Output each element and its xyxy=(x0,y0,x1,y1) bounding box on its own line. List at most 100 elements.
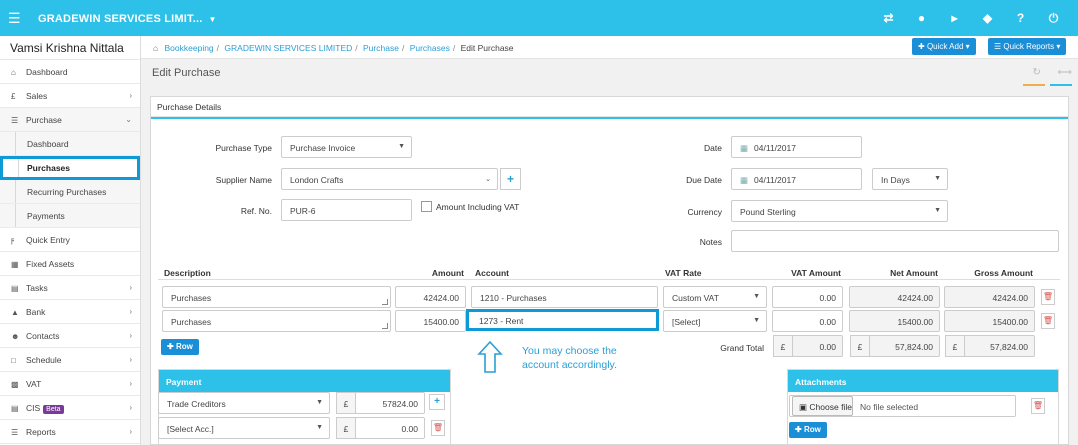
add-supplier-button[interactable]: + xyxy=(500,168,521,190)
sidebar-item-cis[interactable]: ▤ CIS Beta › xyxy=(0,396,140,420)
notes-label: Notes xyxy=(699,237,722,247)
supplier-select[interactable]: London Crafts ⌄ xyxy=(281,168,498,190)
chevron-right-icon: › xyxy=(129,283,132,292)
resize-handle-icon[interactable] xyxy=(382,323,388,329)
payment-amount-input-2[interactable]: 0.00 xyxy=(355,417,425,439)
sidebar-item-tasks[interactable]: ▤ Tasks › xyxy=(0,276,140,300)
resize-handle-icon[interactable] xyxy=(382,299,388,305)
breadcrumb-bar: ⌂ Bookkeeping / GRADEWIN SERVICES LIMITED… xyxy=(141,36,1078,59)
company-switcher[interactable]: GRADEWIN SERVICES LIMIT... ▼ xyxy=(38,13,217,25)
payment-amount-input-1[interactable]: 57824.00 xyxy=(355,392,425,414)
sidebar-item-label: Reports xyxy=(26,427,56,437)
menu-icon[interactable]: ☰ xyxy=(8,11,21,25)
breadcrumb: ⌂ Bookkeeping / GRADEWIN SERVICES LIMITED… xyxy=(153,43,514,53)
sidebar-subitem-recurring[interactable]: Recurring Purchases xyxy=(0,180,140,204)
tag-icon[interactable]: ◆ xyxy=(971,10,1004,26)
due-unit-select[interactable]: In Days ▼ xyxy=(872,168,948,190)
chevron-down-icon: ⌄ xyxy=(125,115,132,124)
row2-description-input[interactable]: Purchases xyxy=(162,310,391,332)
sidebar-item-purchase[interactable]: ☰ Purchase ⌄ xyxy=(0,108,140,132)
sidebar-item-schedule[interactable]: □ Schedule › xyxy=(0,348,140,372)
caret-down-icon: ▼ xyxy=(316,399,323,406)
sidebar-subitem-dashboard[interactable]: Dashboard xyxy=(0,132,140,156)
breadcrumb-bookkeeping[interactable]: Bookkeeping xyxy=(165,43,214,53)
sidebar-item-quick-entry[interactable]: ϝ Quick Entry xyxy=(0,228,140,252)
sidebar-item-sales[interactable]: £ Sales › xyxy=(0,84,140,108)
company-name: GRADEWIN SERVICES LIMIT... xyxy=(38,13,203,25)
top-icons: ⇄ ● ▸ ◆ ? ⏻ xyxy=(872,10,1070,26)
sidebar-item-dashboard[interactable]: ⌂ Dashboard xyxy=(0,60,140,84)
row1-description-input[interactable]: Purchases xyxy=(162,286,391,308)
tab-underline-blue xyxy=(1050,84,1072,86)
row2-vat-amount-input[interactable]: 0.00 xyxy=(772,310,843,332)
sidebar-item-contacts[interactable]: ☻ Contacts › xyxy=(0,324,140,348)
supplier-label: Supplier Name xyxy=(215,175,272,185)
list-icon: ☰ xyxy=(994,42,1004,51)
payment-account-select-2[interactable]: [Select Acc.] ▼ xyxy=(158,417,330,439)
expand-icon[interactable]: ⟷ xyxy=(1058,67,1072,78)
quick-add-button[interactable]: ✚ Quick Add ▾ xyxy=(912,38,976,55)
sidebar-item-bank[interactable]: ▲ Bank › xyxy=(0,300,140,324)
caret-down-icon: ▼ xyxy=(316,424,323,431)
sidebar-subitem-purchases[interactable]: Purchases xyxy=(0,156,140,180)
breadcrumb-purchases[interactable]: Purchases xyxy=(410,43,450,53)
row2-account-select[interactable]: 1273 - Rent xyxy=(466,309,659,331)
quick-add-label: Quick Add xyxy=(926,42,964,51)
ref-input[interactable]: PUR-6 xyxy=(281,199,412,221)
currency-symbol: £ xyxy=(850,335,870,357)
file-icon: ▣ xyxy=(799,402,810,412)
row1-delete-button[interactable]: 🗑 xyxy=(1041,289,1055,305)
col-description: Description xyxy=(164,268,211,278)
add-row-button[interactable]: ✚ Row xyxy=(161,339,199,355)
add-attachment-row-button[interactable]: ✚ Row xyxy=(789,422,827,438)
attachment-delete-button[interactable]: 🗑 xyxy=(1031,398,1045,414)
col-account: Account xyxy=(475,268,509,278)
chevron-down-icon: ⌄ xyxy=(485,176,491,183)
quick-reports-button[interactable]: ☰ Quick Reports ▾ xyxy=(988,38,1067,55)
currency-select[interactable]: Pound Sterling ▼ xyxy=(731,200,948,222)
breadcrumb-company[interactable]: GRADEWIN SERVICES LIMITED xyxy=(224,43,352,53)
calculator-icon: ▩ xyxy=(11,380,19,389)
row1-account-select[interactable]: 1210 - Purchases xyxy=(471,286,658,308)
sidebar-item-vat[interactable]: ▩ VAT › xyxy=(0,372,140,396)
sidebar-subitem-payments[interactable]: Payments xyxy=(0,204,140,228)
globe-icon[interactable]: ● xyxy=(905,10,938,26)
row2-delete-button[interactable]: 🗑 xyxy=(1041,313,1055,329)
exchange-icon[interactable]: ⇄ xyxy=(872,10,905,26)
grand-total-gross: 57,824.00 xyxy=(964,335,1035,357)
payment-account-select-1[interactable]: Trade Creditors ▼ xyxy=(158,392,330,414)
due-date-input[interactable]: ▦ 04/11/2017 xyxy=(731,168,862,190)
breadcrumb-purchase[interactable]: Purchase xyxy=(363,43,399,53)
purchase-type-value: Purchase Invoice xyxy=(290,143,356,153)
caret-down-icon: ▼ xyxy=(398,143,405,150)
file-input[interactable]: ▣ Choose file No file selected xyxy=(789,395,1016,417)
row2-amount-input[interactable]: 15400.00 xyxy=(395,310,466,332)
row1-vat-rate-select[interactable]: Custom VAT ▼ xyxy=(663,286,767,308)
col-gross-amount: Gross Amount xyxy=(974,268,1033,278)
amount-incl-vat-checkbox[interactable] xyxy=(421,201,432,212)
chevron-right-icon: › xyxy=(129,403,132,412)
help-icon[interactable]: ? xyxy=(1004,10,1037,26)
choose-file-button[interactable]: ▣ Choose file xyxy=(792,396,853,416)
row2-vat-rate-select[interactable]: [Select] ▼ xyxy=(663,310,767,332)
date-input[interactable]: ▦ 04/11/2017 xyxy=(731,136,862,158)
sidebar-item-fixed-assets[interactable]: ▦ Fixed Assets xyxy=(0,252,140,276)
page-title: Edit Purchase xyxy=(152,67,221,79)
add-payment-button[interactable]: + xyxy=(429,394,445,410)
currency-symbol: £ xyxy=(945,335,965,357)
row1-amount-input[interactable]: 42424.00 xyxy=(395,286,466,308)
megaphone-icon[interactable]: ▸ xyxy=(938,10,971,26)
power-icon[interactable]: ⏻ xyxy=(1037,10,1070,26)
sidebar-item-label: Contacts xyxy=(26,331,60,341)
purchase-type-select[interactable]: Purchase Invoice ▼ xyxy=(281,136,412,158)
refresh-icon[interactable]: ↻ xyxy=(1032,67,1040,78)
row1-vat-amount-input[interactable]: 0.00 xyxy=(772,286,843,308)
grand-total-vat: 0.00 xyxy=(792,335,843,357)
notes-input[interactable] xyxy=(731,230,1059,252)
sidebar-item-reports[interactable]: ☰ Reports › xyxy=(0,420,140,444)
chevron-right-icon: › xyxy=(129,331,132,340)
trash-icon: 🗑 xyxy=(1032,401,1044,410)
payment-account-value-2: [Select Acc.] xyxy=(167,424,214,434)
home-icon[interactable]: ⌂ xyxy=(153,43,158,53)
payment-delete-button[interactable]: 🗑 xyxy=(431,420,445,436)
